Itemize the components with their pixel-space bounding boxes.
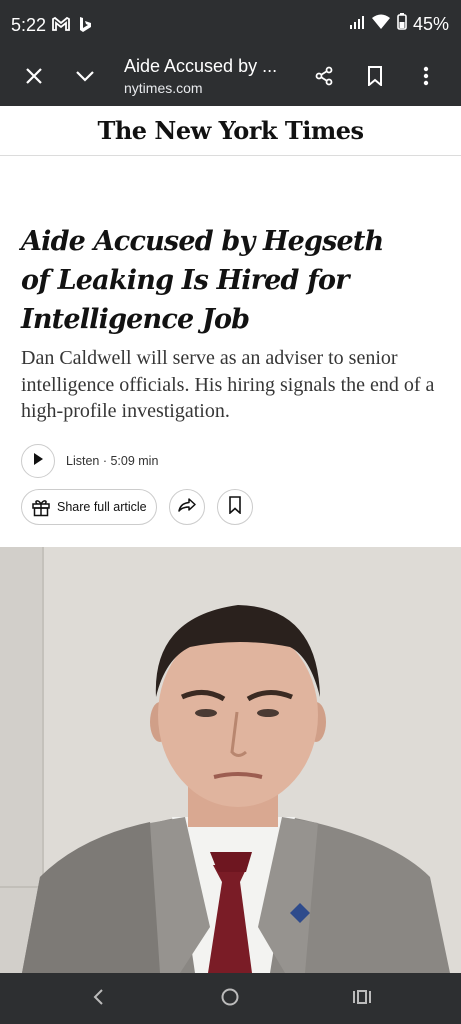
share-icon xyxy=(314,66,334,91)
gmail-icon xyxy=(52,16,70,39)
bing-icon xyxy=(78,16,92,39)
recents-button[interactable] xyxy=(349,986,375,1012)
page-url: nytimes.com xyxy=(124,80,203,96)
headline-line: Intelligence Job xyxy=(21,304,250,335)
battery-percent: 45% xyxy=(412,13,449,34)
listen-label: Listen · 5:09 min xyxy=(66,454,159,468)
listen-control[interactable]: Listen · 5:09 min xyxy=(21,444,158,478)
share-row: Share full article xyxy=(21,489,253,525)
play-icon xyxy=(32,452,44,471)
share-arrow-icon xyxy=(177,497,197,518)
status-time: 5:22 xyxy=(11,15,47,35)
back-button[interactable] xyxy=(85,986,111,1012)
more-options-button[interactable] xyxy=(410,62,442,94)
page-title: Aide Accused by ... xyxy=(124,56,278,76)
wifi-icon xyxy=(371,14,391,35)
more-vert-icon xyxy=(423,66,429,91)
gift-icon xyxy=(31,497,51,517)
chevron-down-icon xyxy=(75,69,95,87)
bookmark-page-button[interactable] xyxy=(359,62,391,94)
back-icon xyxy=(92,988,104,1011)
battery-icon xyxy=(397,13,407,35)
masthead: The New York Times xyxy=(0,106,461,156)
share-article-button[interactable] xyxy=(168,489,205,525)
share-button[interactable] xyxy=(308,62,340,94)
system-nav-bar xyxy=(0,973,461,1024)
headline-line: of Leaking Is Hired for xyxy=(21,265,349,296)
bookmark-icon xyxy=(228,495,242,519)
close-button[interactable] xyxy=(18,62,50,94)
nyt-logo[interactable]: The New York Times xyxy=(98,116,365,145)
article-photo xyxy=(0,547,461,973)
share-full-article-label: Share full article xyxy=(57,500,147,514)
save-article-button[interactable] xyxy=(216,489,253,525)
signal-icon xyxy=(349,14,365,35)
article-summary: Dan Caldwell will serve as an adviser to… xyxy=(21,347,435,422)
recents-icon xyxy=(352,989,372,1010)
status-bar: 5:22 45% xyxy=(0,0,461,50)
headline-line: Aide Accused by Hegseth xyxy=(21,226,384,257)
home-icon xyxy=(220,987,240,1012)
home-button[interactable] xyxy=(217,986,243,1012)
share-full-article-button[interactable]: Share full article xyxy=(21,489,157,525)
play-button[interactable] xyxy=(21,444,55,478)
browser-toolbar: Aide Accused by ... nytimes.com xyxy=(0,50,461,106)
minimize-button[interactable] xyxy=(69,62,101,94)
bookmark-icon xyxy=(367,65,383,91)
article-headline: Aide Accused by Hegseth of Leaking Is Hi… xyxy=(21,222,446,339)
close-icon xyxy=(25,67,43,90)
